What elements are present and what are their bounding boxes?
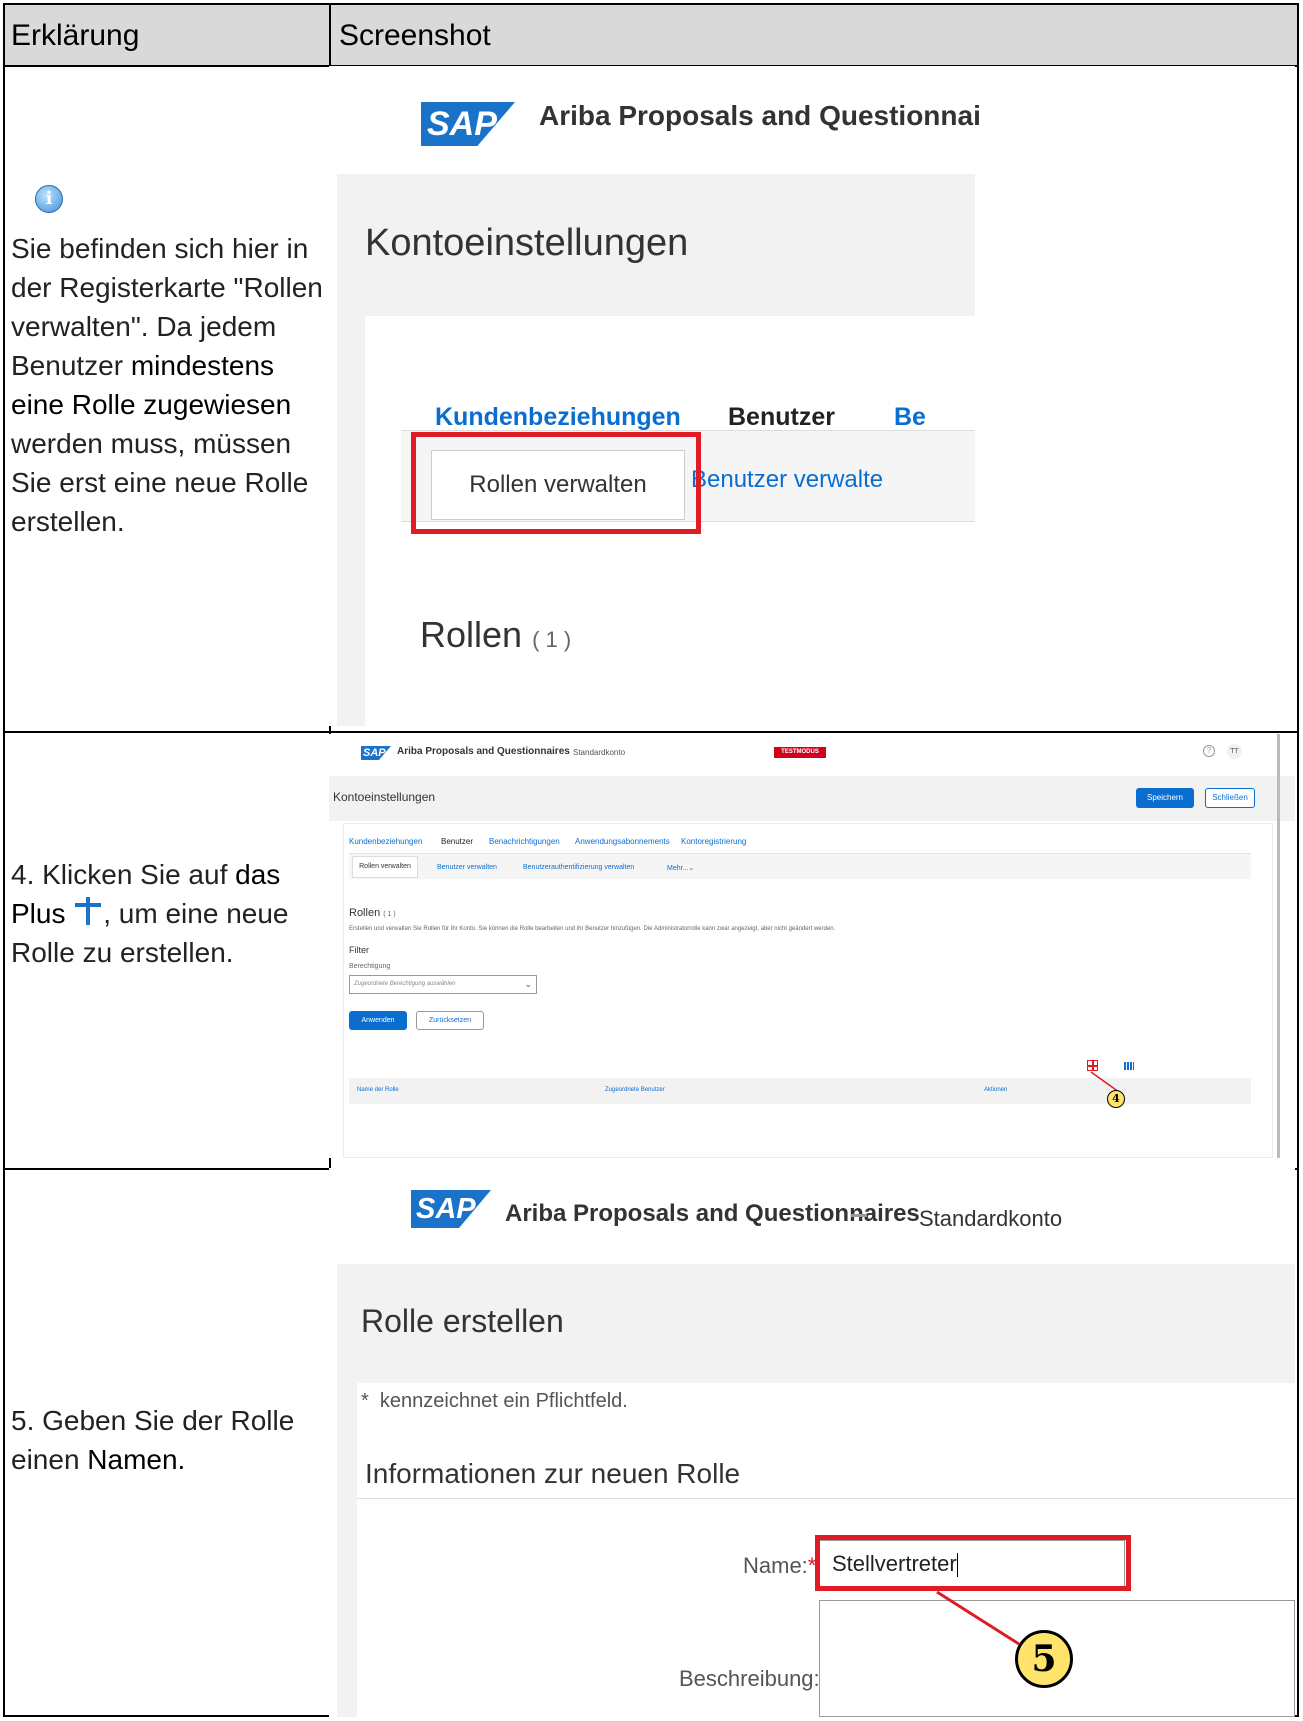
- subtab-benutzer-verwalten[interactable]: Benutzer verwalten: [437, 864, 497, 871]
- sap-logo: SAP: [421, 102, 515, 146]
- roles-description: Erstellen und verwalten Sie Rollen für I…: [349, 926, 836, 932]
- highlight-box: [411, 432, 701, 534]
- chevron-down-icon[interactable]: [851, 1214, 867, 1217]
- app-title: Ariba Proposals and Questionnai: [539, 100, 981, 131]
- table-settings-icon[interactable]: [1124, 1062, 1134, 1070]
- page-title: Kontoeinstellungen: [333, 790, 436, 804]
- col-role-name[interactable]: Name der Rolle: [357, 1087, 399, 1093]
- callout-5: 5: [1015, 1630, 1073, 1688]
- tab-kontoregistrierung[interactable]: Kontoregistrierung: [681, 837, 746, 846]
- page-title: Kontoeinstellungen: [365, 222, 689, 264]
- screenshot-3: SAP Ariba Proposals and Questionnaires S…: [329, 1168, 1295, 1717]
- tab-kundenbeziehungen[interactable]: Kundenbeziehungen: [435, 403, 681, 432]
- testmode-badge: TESTMODUS: [774, 747, 826, 758]
- account-label[interactable]: Standardkonto: [919, 1206, 1062, 1232]
- roles-heading: Rollen ( 1 ): [420, 614, 572, 655]
- user-avatar[interactable]: TT: [1227, 744, 1242, 759]
- subtab-authentication[interactable]: Benutzerauthentifizierung verwalten: [523, 864, 634, 871]
- roles-heading: Rollen ( 1 ): [349, 907, 396, 919]
- account-label[interactable]: Standardkonto: [573, 748, 625, 757]
- subtab-rollen-verwalten[interactable]: Rollen verwalten: [352, 856, 418, 878]
- row-divider: [5, 731, 1297, 733]
- shell-left: [337, 316, 365, 726]
- col-assigned-users[interactable]: Zugeordnete Benutzer: [605, 1087, 665, 1093]
- header-explanation: Erklärung: [11, 19, 140, 52]
- section-divider: [357, 1498, 1295, 1499]
- row1-explanation: Sie befinden sich hier in der Registerka…: [11, 233, 323, 537]
- filter-heading: Filter: [349, 945, 369, 955]
- subtab-more[interactable]: Mehr...⌄: [667, 864, 694, 872]
- name-label: Name:*: [743, 1553, 817, 1578]
- required-note: * kennzeichnet ein Pflichtfeld.: [361, 1390, 628, 1412]
- screenshot-1: SAP Ariba Proposals and Questionnai Kont…: [329, 66, 1295, 726]
- plus-icon: [73, 895, 103, 925]
- sap-logo: SAP: [411, 1190, 491, 1228]
- help-icon[interactable]: ?: [1203, 745, 1215, 757]
- highlight-box: [815, 1535, 1131, 1591]
- tab-benutzer[interactable]: Benutzer: [728, 403, 835, 432]
- page-title: Rolle erstellen: [361, 1303, 564, 1339]
- app-title: Ariba Proposals and Questionnaires: [397, 746, 570, 757]
- col-actions: Aktionen: [984, 1087, 1008, 1093]
- section-title: Informationen zur neuen Rolle: [365, 1458, 741, 1489]
- subtab-benutzer-verwalten[interactable]: Benutzer verwalte: [691, 466, 883, 494]
- reset-button[interactable]: Zurücksetzen: [416, 1011, 484, 1030]
- close-button[interactable]: Schließen: [1205, 788, 1255, 808]
- save-button[interactable]: Speichern: [1136, 788, 1194, 808]
- description-label: Beschreibung:: [679, 1666, 820, 1691]
- scrollbar[interactable]: [1277, 734, 1280, 1158]
- permission-label: Berechtigung: [349, 963, 391, 970]
- info-icon: i: [35, 185, 63, 213]
- shell-left: [337, 1383, 357, 1717]
- tab-anwendungsabonnements[interactable]: Anwendungsabonnements: [575, 837, 670, 846]
- tab-kundenbeziehungen[interactable]: Kundenbeziehungen: [349, 837, 422, 846]
- tab-benachrichtigungen[interactable]: Benachrichtigungen: [489, 837, 560, 846]
- screenshot-2: SAP Ariba Proposals and Questionnaires S…: [329, 734, 1295, 1158]
- tab-more[interactable]: Be: [894, 403, 926, 432]
- table-header-row: Erklärung Screenshot: [5, 5, 1297, 67]
- chevron-down-icon: ⌄: [524, 979, 532, 989]
- row2-explanation: 4. Klicken Sie auf das Plus , um eine ne…: [11, 859, 289, 968]
- tab-benutzer[interactable]: Benutzer: [441, 837, 473, 846]
- apply-button[interactable]: Anwenden: [349, 1011, 407, 1030]
- header-screenshot: Screenshot: [339, 19, 491, 52]
- callout-4: 4: [1107, 1090, 1125, 1108]
- permission-select[interactable]: Zugeordnete Berechtigung auswählen ⌄: [349, 975, 537, 994]
- row3-explanation: 5. Geben Sie der Rolle einen Namen.: [11, 1405, 295, 1475]
